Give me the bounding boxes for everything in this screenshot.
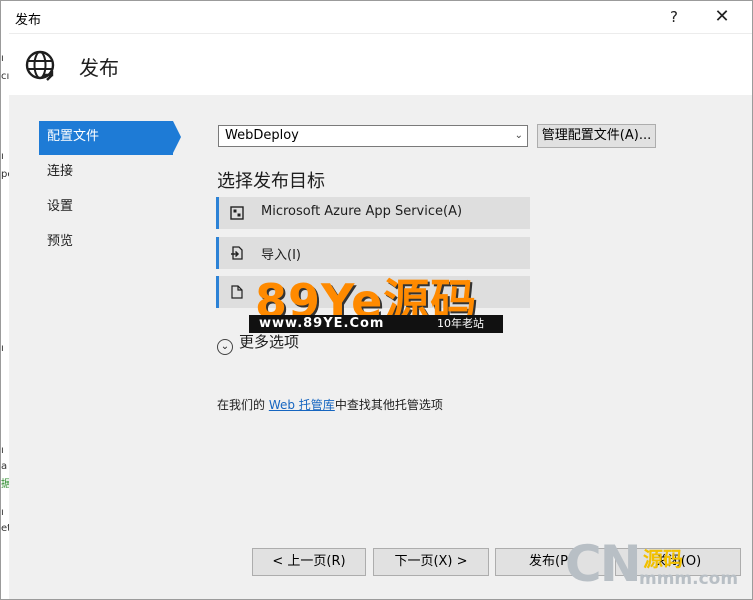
step-nav: 配置文件 连接 设置 预览 bbox=[39, 121, 181, 261]
chevron-down-circle-icon: ⌄ bbox=[217, 339, 233, 355]
dialog-body: 配置文件 连接 设置 预览 WebDeploy ⌄ 管理配置文件(A)... 选… bbox=[9, 95, 752, 599]
nav-item-label: 设置 bbox=[47, 199, 74, 214]
publish-dialog: 发布 ? ✕ ı cı ı pe ı ı a 据 ı et 发布 配置文件 连接… bbox=[0, 0, 753, 600]
nav-item-preview[interactable]: 预览 bbox=[39, 226, 175, 260]
chevron-down-icon: ⌄ bbox=[514, 130, 523, 141]
corner-watermark-url: mmm.com bbox=[639, 569, 739, 589]
manage-profiles-button[interactable]: 管理配置文件(A)... bbox=[537, 124, 656, 148]
target-label: Microsoft Azure App Service(A) bbox=[261, 204, 463, 219]
import-icon bbox=[231, 246, 243, 260]
nav-item-label: 预览 bbox=[47, 234, 74, 249]
previous-button[interactable]: < 上一页(R) bbox=[252, 548, 366, 576]
next-button[interactable]: 下一页(X) > bbox=[373, 548, 489, 576]
dialog-header: 发布 bbox=[9, 33, 752, 96]
nav-item-profile[interactable]: 配置文件 bbox=[39, 121, 181, 155]
hosting-suffix: 中查找其他托管选项 bbox=[334, 398, 443, 412]
nav-item-label: 配置文件 bbox=[47, 129, 100, 144]
title-bar: 发布 ? ✕ bbox=[1, 1, 752, 33]
strip-text: ı bbox=[1, 445, 4, 456]
azure-app-service-icon bbox=[230, 206, 244, 220]
dialog-title: 发布 bbox=[79, 56, 119, 80]
watermark-tag: 10年老站 bbox=[437, 317, 484, 330]
close-window-button[interactable]: ✕ bbox=[707, 5, 737, 29]
publish-target-heading: 选择发布目标 bbox=[217, 171, 325, 192]
background-window-strip: ı cı ı pe ı ı a 据 ı et bbox=[1, 33, 14, 599]
strip-text: a bbox=[1, 461, 8, 472]
corner-watermark-cn: CN bbox=[565, 535, 642, 593]
hosting-prefix: 在我们的 bbox=[217, 398, 269, 412]
strip-text: ı bbox=[1, 343, 4, 354]
profile-select[interactable]: WebDeploy ⌄ bbox=[218, 125, 528, 147]
watermark-bar: www.89YE.Com 10年老站 bbox=[249, 315, 503, 333]
web-hosting-gallery-link[interactable]: Web 托管库 bbox=[269, 398, 335, 412]
profile-select-value: WebDeploy bbox=[225, 128, 299, 143]
help-button[interactable]: ? bbox=[659, 5, 689, 29]
nav-item-label: 连接 bbox=[47, 164, 74, 179]
window-title: 发布 bbox=[15, 13, 42, 28]
strip-text: ı bbox=[1, 151, 4, 162]
nav-item-settings[interactable]: 设置 bbox=[39, 191, 175, 225]
strip-text: ı bbox=[1, 507, 4, 518]
hosting-hint: 在我们的 Web 托管库中查找其他托管选项 bbox=[217, 396, 443, 413]
globe-publish-icon bbox=[25, 50, 55, 81]
corner-watermark: CN 源码 mmm.com bbox=[565, 535, 751, 597]
watermark-url: www.89YE.Com bbox=[259, 316, 385, 331]
target-label: 导入(I) bbox=[261, 248, 301, 263]
file-icon bbox=[231, 285, 243, 299]
watermark-logo: 89Ye源码 www.89YE.Com 10年老站 bbox=[249, 267, 503, 335]
more-options-label: 更多选项 bbox=[239, 333, 300, 351]
strip-text: ı bbox=[1, 53, 4, 64]
target-azure-app-service[interactable]: Microsoft Azure App Service(A) bbox=[216, 197, 530, 229]
nav-item-connection[interactable]: 连接 bbox=[39, 156, 175, 190]
corner-watermark-src: 源码 bbox=[643, 547, 683, 571]
